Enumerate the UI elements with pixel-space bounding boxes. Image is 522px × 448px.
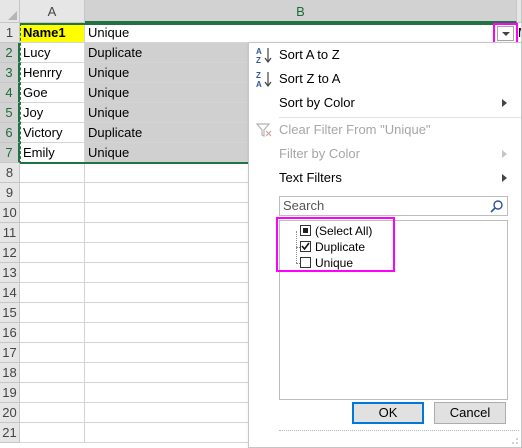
cell-a[interactable] xyxy=(20,243,85,263)
row-header[interactable]: 7 xyxy=(0,143,20,163)
row-header[interactable]: 17 xyxy=(0,343,20,363)
cell-a[interactable] xyxy=(20,283,85,303)
menu-item-clear-filter: Clear Filter From "Unique" xyxy=(249,118,521,142)
column-header-a[interactable]: A xyxy=(20,0,85,23)
cell-a[interactable] xyxy=(20,183,85,203)
cell-a[interactable] xyxy=(20,323,85,343)
svg-text:A: A xyxy=(256,80,262,88)
svg-text:Z: Z xyxy=(256,71,261,80)
row-header[interactable]: 21 xyxy=(0,423,20,443)
sort-az-icon: A Z xyxy=(256,47,272,64)
menu-item-sort-az[interactable]: A Z Sort A to Z xyxy=(249,43,521,67)
row-header[interactable]: 1 xyxy=(0,23,20,43)
row-header[interactable]: 15 xyxy=(0,303,20,323)
cell-a[interactable] xyxy=(20,263,85,283)
clear-filter-label: Clear Filter From "Unique" xyxy=(279,122,431,137)
row-header[interactable]: 8 xyxy=(0,163,20,183)
filter-menu: A Z Sort A to Z Z A Sort Z to A Sort by … xyxy=(248,42,522,448)
cell-a[interactable] xyxy=(20,303,85,323)
row-header[interactable]: 5 xyxy=(0,103,20,123)
cell-a[interactable] xyxy=(20,163,85,183)
row-header[interactable]: 2 xyxy=(0,43,20,63)
highlight-box-list xyxy=(276,217,395,272)
row-header[interactable]: 9 xyxy=(0,183,20,203)
row-header[interactable]: 6 xyxy=(0,123,20,143)
resize-grip-icon[interactable] xyxy=(279,430,519,435)
cancel-button[interactable]: Cancel xyxy=(434,402,506,424)
cell-a[interactable]: Victory xyxy=(20,123,85,143)
highlight-box-filter xyxy=(493,23,518,44)
cell-a[interactable] xyxy=(20,223,85,243)
resize-corner-icon[interactable] xyxy=(511,437,519,445)
cell-a[interactable]: Goe xyxy=(20,83,85,103)
submenu-arrow-icon xyxy=(502,174,507,182)
search-input[interactable]: Search xyxy=(279,196,508,216)
cell-a[interactable] xyxy=(20,203,85,223)
row-header[interactable]: 19 xyxy=(0,383,20,403)
cell-a[interactable]: Henrry xyxy=(20,63,85,83)
row-header[interactable]: 14 xyxy=(0,283,20,303)
sort-za-icon: Z A xyxy=(256,71,272,88)
sort-za-label: Sort Z to A xyxy=(279,71,341,86)
text-filters-label: Text Filters xyxy=(279,170,342,185)
row-header[interactable]: 4 xyxy=(0,83,20,103)
menu-item-filter-by-color: Filter by Color xyxy=(249,142,521,166)
menu-item-sort-za[interactable]: Z A Sort Z to A xyxy=(249,67,521,91)
svg-text:A: A xyxy=(256,47,262,56)
menu-item-text-filters[interactable]: Text Filters xyxy=(249,166,521,190)
menu-item-sort-by-color[interactable]: Sort by Color xyxy=(249,91,521,115)
row-header[interactable]: 10 xyxy=(0,203,20,223)
filter-by-color-label: Filter by Color xyxy=(279,146,360,161)
clear-filter-icon xyxy=(255,123,272,137)
cell-a[interactable] xyxy=(20,343,85,363)
row-header[interactable]: 16 xyxy=(0,323,20,343)
cell-a[interactable] xyxy=(20,363,85,383)
sort-by-color-label: Sort by Color xyxy=(279,95,355,110)
row-header[interactable]: 20 xyxy=(0,403,20,423)
cell-a[interactable] xyxy=(20,423,85,443)
column-header-c[interactable] xyxy=(517,0,522,23)
cell-b[interactable]: Unique xyxy=(85,23,517,43)
select-all-corner[interactable] xyxy=(0,0,20,23)
ok-button[interactable]: OK xyxy=(352,402,424,424)
row-header[interactable]: 12 xyxy=(0,243,20,263)
sort-az-label: Sort A to Z xyxy=(279,47,340,62)
cell-a[interactable]: Lucy xyxy=(20,43,85,63)
column-header-b[interactable]: B xyxy=(85,0,517,23)
search-placeholder: Search xyxy=(283,198,325,213)
cell-a[interactable]: Emily xyxy=(20,143,85,163)
search-icon xyxy=(490,200,503,213)
row-header[interactable]: 13 xyxy=(0,263,20,283)
submenu-arrow-icon xyxy=(502,150,507,158)
svg-text:Z: Z xyxy=(256,56,261,64)
row-header[interactable]: 11 xyxy=(0,223,20,243)
row-header[interactable]: 3 xyxy=(0,63,20,83)
cell-a[interactable]: Name1 xyxy=(20,23,85,43)
submenu-arrow-icon xyxy=(502,99,507,107)
cell-a[interactable] xyxy=(20,403,85,423)
cell-a[interactable] xyxy=(20,383,85,403)
cell-a[interactable]: Joy xyxy=(20,103,85,123)
row-header[interactable]: 18 xyxy=(0,363,20,383)
